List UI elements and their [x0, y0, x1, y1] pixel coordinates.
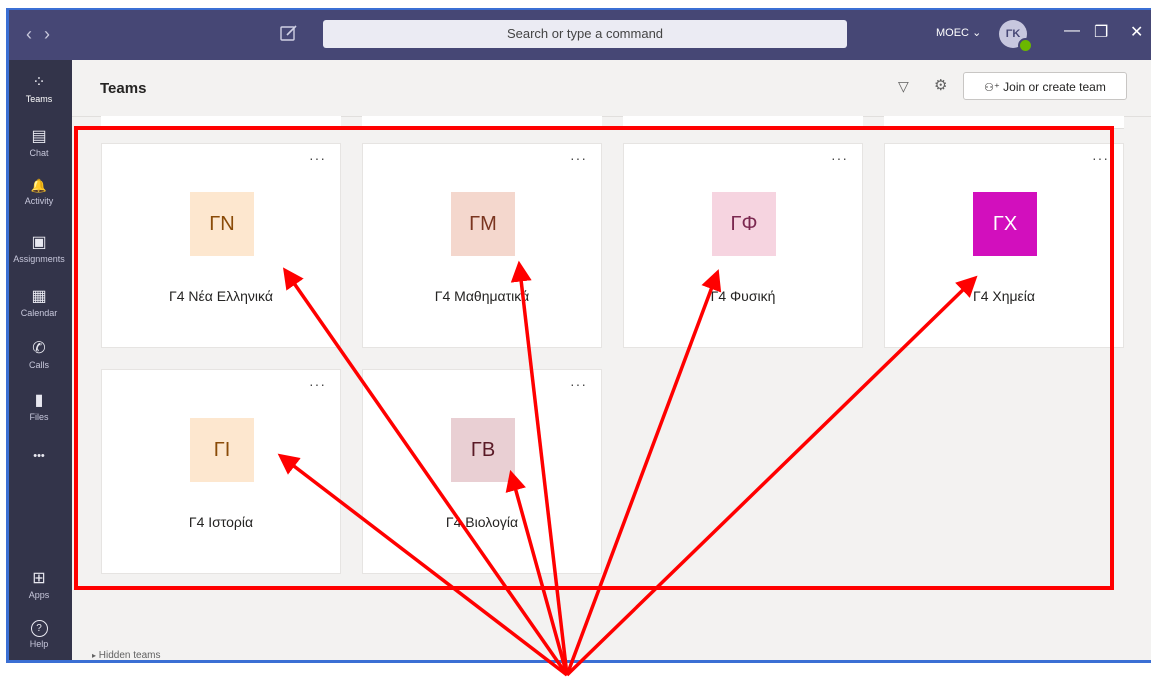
more-options-icon[interactable]: ··· [831, 150, 848, 166]
close-icon[interactable]: ✕ [1130, 22, 1143, 42]
org-label: MOEC [936, 27, 969, 39]
gear-icon[interactable]: ⚙ [934, 76, 947, 94]
rail-label: Help [29, 639, 49, 649]
team-avatar-tile: ΓΧ [973, 192, 1037, 256]
team-card-partial [623, 116, 863, 129]
rail-item-files[interactable]: ▮ Files [6, 390, 72, 422]
people-add-icon: ⚇⁺ [984, 82, 1000, 94]
team-card-partial [884, 116, 1124, 129]
bell-icon: 🔔 [30, 178, 48, 193]
file-icon: ▮ [34, 392, 44, 409]
rail-item-more[interactable]: ••• [6, 450, 72, 464]
team-name: Γ4 Ιστορία [188, 514, 254, 530]
search-input[interactable]: Search or type a command [323, 20, 847, 48]
team-card[interactable]: ··· ΓΝ Γ4 Νέα Ελληνικά [101, 143, 341, 348]
hidden-teams-label: Hidden teams [98, 650, 161, 661]
team-name: Γ4 Φυσική [710, 288, 776, 304]
rail-item-calendar[interactable]: ▦ Calendar [6, 286, 72, 318]
chat-icon: ▤ [31, 128, 47, 145]
rail-label: Chat [29, 148, 49, 158]
team-card-partial [362, 116, 602, 129]
team-avatar-tile: ΓΒ [451, 418, 515, 482]
rail-label: Activity [24, 196, 54, 206]
join-label: Join or create team [1003, 80, 1106, 94]
team-name: Γ4 Νέα Ελληνικά [169, 288, 273, 304]
title-bar: ‹› Search or type a command MOEC ⌄ ΓΚ — … [6, 8, 1151, 60]
team-name: Γ4 Βιολογία [445, 514, 519, 530]
rail-item-teams[interactable]: ⁘ Teams [6, 72, 72, 104]
org-switcher[interactable]: MOEC ⌄ [936, 26, 981, 39]
rail-label: Calls [28, 360, 49, 370]
back-icon[interactable]: ‹ [26, 24, 44, 44]
more-options-icon[interactable]: ··· [570, 150, 587, 166]
more-options-icon[interactable]: ··· [309, 150, 326, 166]
chevron-right-icon: ▸ [92, 651, 97, 660]
team-card[interactable]: ··· ΓΧ Γ4 Χημεία [884, 143, 1124, 348]
rail-item-help[interactable]: ? Help [6, 620, 72, 649]
team-avatar-tile: ΓΜ [451, 192, 515, 256]
rail-item-assignments[interactable]: ▣ Assignments [6, 232, 72, 264]
team-name: Γ4 Μαθηματικά [434, 288, 530, 304]
team-avatar-tile: ΓΦ [712, 192, 776, 256]
team-card-partial [101, 116, 341, 129]
rail-label: Files [29, 412, 49, 422]
rail-label: Assignments [13, 254, 65, 264]
more-options-icon[interactable]: ··· [1092, 150, 1109, 166]
team-avatar-tile: ΓΙ [190, 418, 254, 482]
rail-item-activity[interactable]: 🔔 Activity [6, 178, 72, 206]
apps-icon: ⊞ [32, 570, 46, 587]
assignments-icon: ▣ [31, 234, 47, 251]
presence-available-icon [1018, 38, 1033, 53]
team-avatar-tile: ΓΝ [190, 192, 254, 256]
filter-icon[interactable]: ▽ [898, 78, 909, 95]
rail-item-apps[interactable]: ⊞ Apps [6, 568, 72, 600]
forward-icon[interactable]: › [44, 24, 62, 44]
rail-label: Calendar [20, 308, 58, 318]
rail-label: Teams [25, 94, 53, 104]
compose-icon[interactable] [278, 22, 300, 44]
join-or-create-team-button[interactable]: ⚇⁺ Join or create team [963, 72, 1127, 100]
rail-label: Apps [28, 590, 50, 600]
hidden-teams-toggle[interactable]: ▸ Hidden teams [92, 650, 161, 661]
team-card[interactable]: ··· ΓΦ Γ4 Φυσική [623, 143, 863, 348]
calendar-icon: ▦ [31, 288, 47, 305]
more-icon: ••• [33, 450, 45, 462]
team-name: Γ4 Χημεία [972, 288, 1036, 304]
more-options-icon[interactable]: ··· [309, 376, 326, 392]
phone-icon: ✆ [32, 340, 46, 357]
page-title: Teams [100, 80, 147, 97]
chevron-down-icon: ⌄ [972, 27, 982, 39]
team-card[interactable]: ··· ΓΙ Γ4 Ιστορία [101, 369, 341, 574]
restore-icon[interactable]: ❐ [1094, 22, 1108, 42]
nav-arrows: ‹› [26, 24, 62, 45]
rail-item-calls[interactable]: ✆ Calls [6, 338, 72, 370]
help-icon: ? [30, 620, 48, 637]
minimize-icon[interactable]: — [1064, 22, 1080, 40]
more-options-icon[interactable]: ··· [570, 376, 587, 392]
rail-item-chat[interactable]: ▤ Chat [6, 126, 72, 158]
teams-icon: ⁘ [32, 74, 46, 91]
team-card[interactable]: ··· ΓΒ Γ4 Βιολογία [362, 369, 602, 574]
app-rail: ⁘ Teams ▤ Chat 🔔 Activity ▣ Assignments ▦ Cal… [6, 60, 72, 663]
team-card[interactable]: ··· ΓΜ Γ4 Μαθηματικά [362, 143, 602, 348]
teams-window: ‹› Search or type a command MOEC ⌄ ΓΚ — … [6, 8, 1151, 663]
teams-header: Teams ▽ ⚙ ⚇⁺ Join or create team [72, 60, 1151, 117]
